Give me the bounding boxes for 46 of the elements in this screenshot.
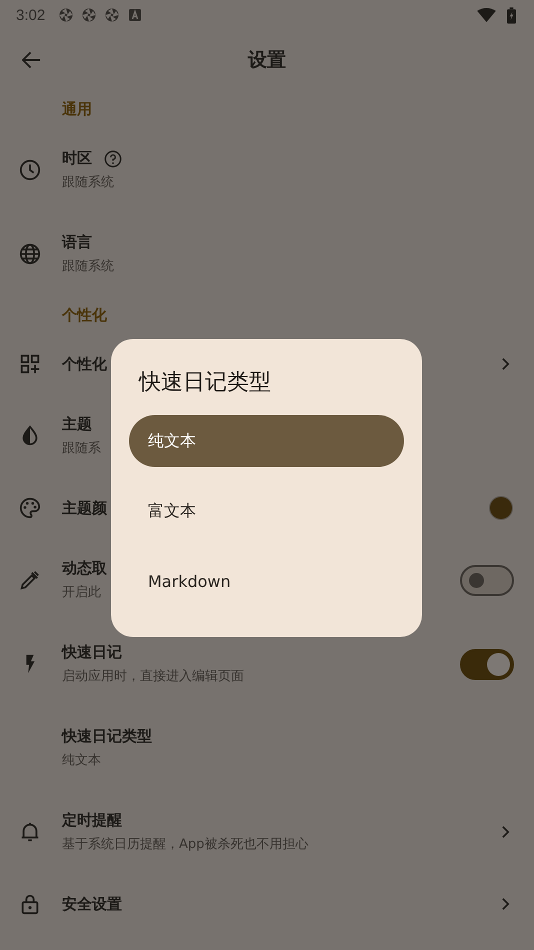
- aperture-icon: [81, 7, 98, 23]
- option-item[interactable]: 纯文本: [129, 415, 404, 467]
- setting-title: 快速日记: [62, 643, 122, 662]
- back-arrow-icon[interactable]: [22, 51, 41, 69]
- option-item[interactable]: 富文本: [129, 485, 404, 537]
- toggle-switch[interactable]: [460, 564, 514, 596]
- grid-plus-icon: [19, 353, 41, 375]
- setting-subtitle: 跟随系统: [62, 258, 114, 275]
- setting-title: 个性化: [62, 354, 107, 374]
- chevron-right-icon: [501, 357, 510, 371]
- color-swatch[interactable]: [490, 497, 512, 519]
- eyedropper-icon: [19, 569, 41, 591]
- lock-icon: [19, 893, 41, 915]
- setting-title: 动态取: [62, 559, 107, 578]
- dialog-title: 快速日记类型: [139, 369, 272, 397]
- option-item[interactable]: Markdown: [129, 555, 404, 607]
- toggle-switch[interactable]: [460, 648, 514, 680]
- keyboard-a-icon: [127, 7, 144, 23]
- setting-subtitle: 跟随系统: [62, 174, 114, 191]
- palette-icon: [19, 497, 41, 519]
- clock-icon: [19, 159, 41, 181]
- setting-title: 时区: [62, 149, 92, 168]
- setting-title: 定时提醒: [62, 811, 122, 830]
- aperture-icon: [58, 7, 74, 23]
- wifi-icon: [477, 8, 496, 22]
- chevron-right-icon: [501, 825, 510, 839]
- aperture-icon: [104, 7, 120, 23]
- setting-title: 安全设置: [62, 894, 122, 914]
- bell-icon: [19, 821, 41, 843]
- section-header: 个性化: [62, 306, 107, 324]
- page-title: 设置: [248, 48, 286, 73]
- section-header: 通用: [62, 100, 92, 118]
- help-icon[interactable]: [104, 150, 122, 168]
- setting-title: 主题: [62, 415, 92, 434]
- status-time: 3:02: [16, 6, 46, 24]
- globe-icon: [19, 243, 41, 265]
- setting-title: 语言: [62, 233, 92, 252]
- battery-icon: [507, 6, 516, 24]
- chevron-right-icon: [501, 897, 510, 911]
- setting-title: 快速日记类型: [62, 727, 152, 746]
- setting-title: 主题颜: [62, 498, 107, 518]
- setting-subtitle: 启动应用时，直接进入编辑页面: [62, 668, 244, 685]
- setting-subtitle: 跟随系: [62, 440, 101, 457]
- setting-subtitle: 基于系统日历提醒，App被杀死也不用担心: [62, 836, 308, 853]
- setting-subtitle: 纯文本: [62, 752, 101, 769]
- setting-subtitle: 开启此: [62, 584, 101, 601]
